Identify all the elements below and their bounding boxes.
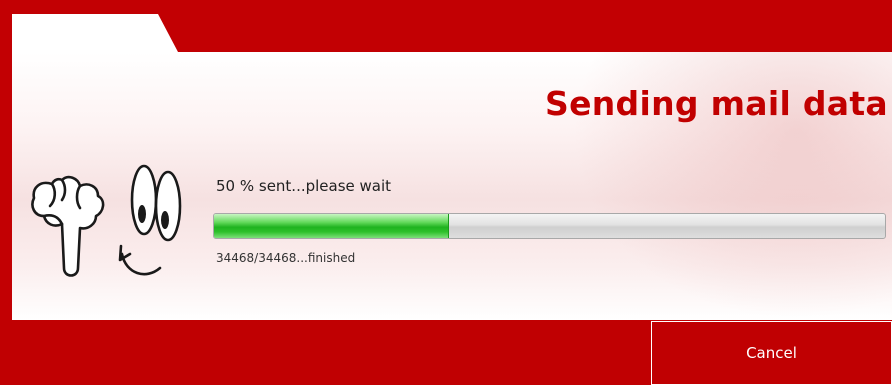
progress-bar-fill <box>214 214 449 238</box>
progress-count-text: 34468/34468...finished <box>216 251 356 265</box>
dialog-title: Sending mail data <box>545 84 888 123</box>
pointing-hand-with-googly-eyes-icon <box>31 164 182 277</box>
sending-mail-dialog: Sending mail data 50 % sent...please wai… <box>0 0 892 385</box>
progress-bar <box>213 213 886 239</box>
progress-status-text: 50 % sent...please wait <box>216 177 392 195</box>
cancel-button[interactable]: Cancel <box>651 321 892 385</box>
top-banner <box>0 0 892 52</box>
